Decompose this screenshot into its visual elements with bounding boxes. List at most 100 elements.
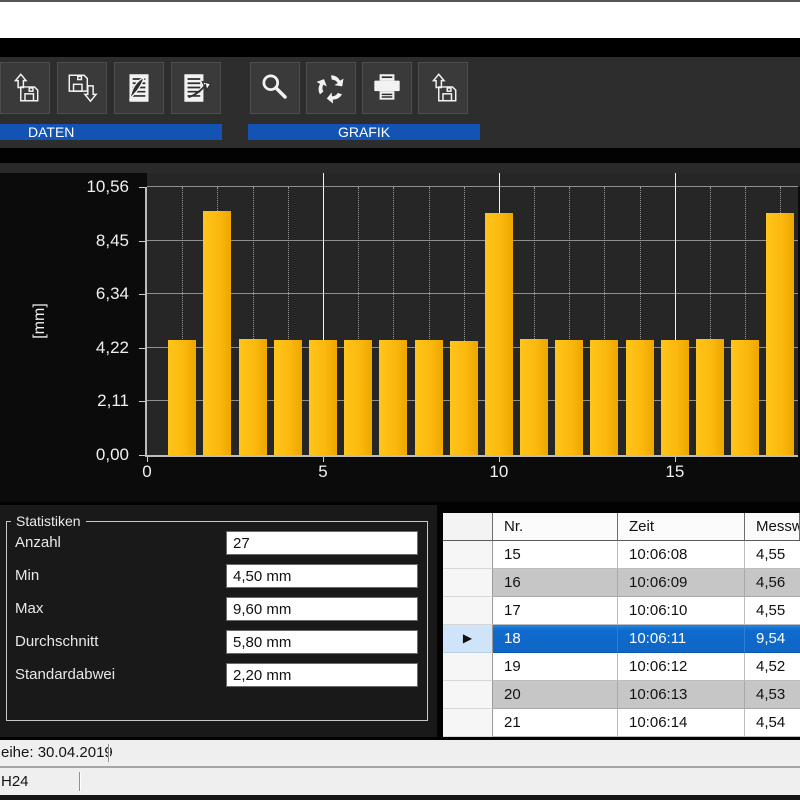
bar [274, 340, 302, 455]
table-row[interactable]: ▶1810:06:119,54 [443, 625, 800, 653]
y-tick-mark [139, 455, 145, 456]
stat-label: Durchschnitt [15, 630, 98, 654]
status-text-date: eihe: 30.04.2019 [0, 744, 113, 761]
x-tick-label: 0 [142, 462, 151, 482]
table-row[interactable]: 1510:06:084,55 [443, 541, 800, 569]
cell-nr: 20 [493, 681, 618, 709]
cell-messwert: 4,56 [745, 569, 800, 597]
y-axis-labels: 0,002,114,226,348,4510,56 [0, 187, 139, 455]
statistics-title: Statistiken [11, 513, 86, 529]
max-field[interactable] [226, 597, 418, 621]
bar [555, 340, 583, 455]
statistics-panel: Statistiken Anzahl Min Max Durchschnitt [0, 505, 437, 737]
cell-zeit: 10:06:11 [618, 625, 745, 653]
row-selector-cell [443, 709, 493, 737]
y-tick-mark [139, 241, 145, 242]
toolbar: DATEN GRAFIK [0, 57, 800, 148]
stat-row-max: Max [7, 597, 427, 621]
table-row[interactable]: 2110:06:144,54 [443, 709, 800, 737]
cell-zeit: 10:06:14 [618, 709, 745, 737]
cell-zeit: 10:06:09 [618, 569, 745, 597]
status-text-device: H24 [0, 773, 29, 790]
zoom-button[interactable] [250, 62, 300, 114]
chart-plot [145, 187, 798, 457]
column-header-messwert[interactable]: Messwert [745, 513, 800, 541]
y-tick-label: 6,34 [0, 284, 129, 304]
y-tick-label: 0,00 [0, 445, 129, 465]
y-tick-label: 2,11 [0, 391, 129, 411]
report-export-button[interactable] [171, 62, 221, 114]
refresh-button[interactable] [306, 62, 356, 114]
row-selector-header [443, 513, 493, 541]
cell-messwert: 9,54 [745, 625, 800, 653]
load-data-button[interactable] [0, 62, 50, 114]
print-button[interactable] [362, 62, 412, 114]
anzahl-field[interactable] [226, 531, 418, 555]
cell-zeit: 10:06:12 [618, 653, 745, 681]
app-window: DATEN GRAFIK [mm] 0,002,114,226,348,4510… [0, 0, 800, 800]
top-white-area [0, 2, 800, 38]
table-row[interactable]: 1610:06:094,56 [443, 569, 800, 597]
table-row[interactable]: 1910:06:124,52 [443, 653, 800, 681]
x-tick-label: 10 [489, 462, 508, 482]
statistics-groupbox: Statistiken Anzahl Min Max Durchschnitt [6, 521, 428, 721]
status-separator [108, 744, 110, 762]
chart-panel: [mm] 0,002,114,226,348,4510,56 051015 [0, 163, 800, 502]
gridline-h [147, 293, 798, 294]
top-black-band [0, 38, 800, 57]
bar [415, 340, 443, 455]
bar [203, 211, 231, 455]
bar [450, 341, 478, 455]
row-selector-cell [443, 569, 493, 597]
cell-nr: 18 [493, 625, 618, 653]
standardabwei-field[interactable] [226, 663, 418, 687]
y-tick-mark [139, 187, 145, 188]
y-tick-label: 4,22 [0, 338, 129, 358]
y-tick-mark [139, 348, 145, 349]
plot-extension [147, 173, 800, 187]
status-separator [79, 772, 81, 791]
bar [661, 340, 689, 455]
row-selector-cell [443, 597, 493, 625]
toolbar-group-caption-grafik: GRAFIK [248, 124, 480, 140]
bar [696, 339, 724, 455]
bar [590, 340, 618, 455]
measurement-table-body: 1510:06:084,551610:06:094,561710:06:104,… [443, 541, 800, 737]
save-data-button[interactable] [57, 62, 107, 114]
status-bar-1: eihe: 30.04.2019 [0, 740, 800, 766]
bar [309, 340, 337, 455]
printer-icon [369, 70, 405, 106]
row-selector-cell [443, 653, 493, 681]
document-swoosh-icon [121, 70, 157, 106]
cell-zeit: 10:06:10 [618, 597, 745, 625]
x-tick-label: 5 [318, 462, 327, 482]
stat-row-min: Min [7, 564, 427, 588]
stat-row-anzahl: Anzahl [7, 531, 427, 555]
bar [731, 340, 759, 455]
x-tick-label: 15 [665, 462, 684, 482]
bar [344, 340, 372, 455]
column-header-nr[interactable]: Nr. [493, 513, 618, 541]
bar [239, 339, 267, 455]
cell-nr: 19 [493, 653, 618, 681]
recycle-icon [313, 70, 349, 106]
row-selector-cell [443, 541, 493, 569]
table-row[interactable]: 2010:06:134,53 [443, 681, 800, 709]
column-header-zeit[interactable]: Zeit [618, 513, 745, 541]
min-field[interactable] [226, 564, 418, 588]
bar [485, 213, 513, 455]
durchschnitt-field[interactable] [226, 630, 418, 654]
chart-top-strip [0, 163, 800, 173]
measurement-table: Nr. Zeit Messwert 1510:06:084,551610:06:… [443, 513, 800, 737]
y-tick-label: 8,45 [0, 231, 129, 251]
export-graphic-button[interactable] [418, 62, 468, 114]
table-row[interactable]: 1710:06:104,55 [443, 597, 800, 625]
stat-row-durchschnitt: Durchschnitt [7, 630, 427, 654]
bar [626, 340, 654, 455]
gridline-h [147, 186, 798, 187]
table-header-row: Nr. Zeit Messwert [443, 513, 800, 541]
bar [520, 339, 548, 455]
document-arrow-icon [178, 70, 214, 106]
report-preview-button[interactable] [114, 62, 164, 114]
floppy-arrow-up-icon [7, 70, 43, 106]
